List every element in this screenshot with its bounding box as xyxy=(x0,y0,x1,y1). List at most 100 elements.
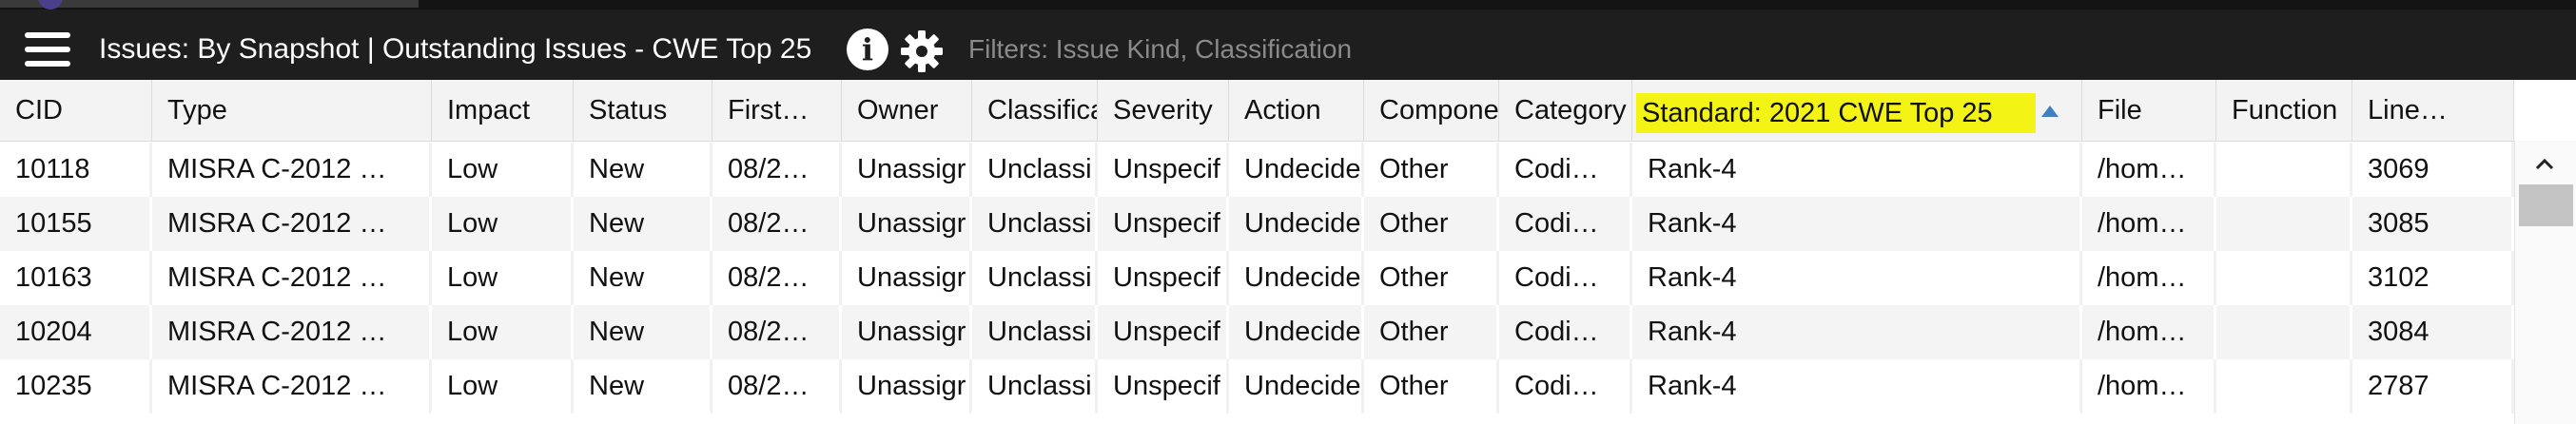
table-row[interactable]: 10163 MISRA C-2012 … Low New 08/2… Unass… xyxy=(0,251,2514,305)
gear-icon[interactable] xyxy=(899,29,945,74)
cell-line-number: 3084 xyxy=(2352,305,2514,359)
cell-function xyxy=(2216,143,2352,197)
toolbar: Issues: By Snapshot | Outstanding Issues… xyxy=(0,10,2576,80)
column-header-file[interactable]: File xyxy=(2082,80,2216,141)
table-row[interactable]: 10235 MISRA C-2012 … Low New 08/2… Unass… xyxy=(0,359,2514,414)
cell-impact: Low xyxy=(432,359,574,414)
table-row[interactable]: 10204 MISRA C-2012 … Low New 08/2… Unass… xyxy=(0,305,2514,359)
issues-grid: CID Type Impact Status First… Owner Clas… xyxy=(0,80,2576,424)
cell-status: New xyxy=(574,359,712,414)
vertical-scrollbar[interactable] xyxy=(2514,141,2576,424)
cell-status: New xyxy=(574,251,712,305)
cell-cid: 10163 xyxy=(0,251,152,305)
chevron-up-icon[interactable] xyxy=(2534,154,2555,175)
cell-standard: Rank-4 xyxy=(1632,305,2082,359)
cell-action: Undecide xyxy=(1229,359,1364,414)
cell-owner: Unassigr xyxy=(842,359,972,414)
cell-standard: Rank-4 xyxy=(1632,359,2082,414)
cell-impact: Low xyxy=(432,305,574,359)
column-header-line-number[interactable]: Line… xyxy=(2352,80,2514,141)
view-title[interactable]: Issues: By Snapshot | Outstanding Issues… xyxy=(99,29,811,70)
cell-classification: Unclassi xyxy=(972,197,1098,251)
top-tab xyxy=(0,0,419,8)
cell-owner: Unassigr xyxy=(842,143,972,197)
column-header-cid[interactable]: CID xyxy=(0,80,152,141)
cell-severity: Unspecif xyxy=(1098,305,1229,359)
cell-status: New xyxy=(574,197,712,251)
cell-component: Other xyxy=(1364,305,1499,359)
column-header-type[interactable]: Type xyxy=(152,80,432,141)
column-header-owner[interactable]: Owner xyxy=(842,80,972,141)
cell-function xyxy=(2216,197,2352,251)
cell-component: Other xyxy=(1364,251,1499,305)
hamburger-menu-icon[interactable] xyxy=(25,30,70,68)
cell-classification: Unclassi xyxy=(972,251,1098,305)
cell-component: Other xyxy=(1364,359,1499,414)
cell-line-number: 3085 xyxy=(2352,197,2514,251)
cell-standard: Rank-4 xyxy=(1632,143,2082,197)
cell-type: MISRA C-2012 … xyxy=(152,143,432,197)
cell-standard: Rank-4 xyxy=(1632,251,2082,305)
column-header-status[interactable]: Status xyxy=(574,80,712,141)
cell-type: MISRA C-2012 … xyxy=(152,251,432,305)
filters-field[interactable]: Filters: Issue Kind, Classification xyxy=(968,29,1352,70)
cell-component: Other xyxy=(1364,143,1499,197)
table-row[interactable]: 10155 MISRA C-2012 … Low New 08/2… Unass… xyxy=(0,197,2514,251)
cell-first-detected: 08/2… xyxy=(712,359,842,414)
column-header-component[interactable]: Compone xyxy=(1364,80,1499,141)
cell-impact: Low xyxy=(432,197,574,251)
column-header-function[interactable]: Function xyxy=(2216,80,2352,141)
column-header-standard[interactable]: Standard: 2021 CWE Top 25 xyxy=(1632,80,2082,141)
cell-severity: Unspecif xyxy=(1098,197,1229,251)
cell-owner: Unassigr xyxy=(842,251,972,305)
cell-component: Other xyxy=(1364,197,1499,251)
cell-type: MISRA C-2012 … xyxy=(152,359,432,414)
app-logo xyxy=(38,0,63,10)
cell-file: /hom… xyxy=(2082,143,2216,197)
cell-category: Codi… xyxy=(1499,305,1632,359)
column-header-classification[interactable]: Classifica xyxy=(972,80,1098,141)
cell-cid: 10155 xyxy=(0,197,152,251)
cell-severity: Unspecif xyxy=(1098,359,1229,414)
cell-action: Undecide xyxy=(1229,251,1364,305)
column-header-first-detected[interactable]: First… xyxy=(712,80,842,141)
sort-ascending-icon[interactable] xyxy=(2041,106,2059,117)
cell-classification: Unclassi xyxy=(972,305,1098,359)
cell-category: Codi… xyxy=(1499,143,1632,197)
cell-standard: Rank-4 xyxy=(1632,197,2082,251)
info-icon[interactable]: i xyxy=(847,29,888,70)
scrollbar-thumb[interactable] xyxy=(2519,184,2573,226)
column-header-category[interactable]: Category xyxy=(1499,80,1632,141)
cell-file: /hom… xyxy=(2082,251,2216,305)
cell-line-number: 2787 xyxy=(2352,359,2514,414)
cell-category: Codi… xyxy=(1499,359,1632,414)
cell-first-detected: 08/2… xyxy=(712,197,842,251)
cell-category: Codi… xyxy=(1499,197,1632,251)
table-row[interactable]: 10118 MISRA C-2012 … Low New 08/2… Unass… xyxy=(0,143,2514,197)
cell-status: New xyxy=(574,305,712,359)
cell-file: /hom… xyxy=(2082,197,2216,251)
cell-first-detected: 08/2… xyxy=(712,251,842,305)
cell-line-number: 3069 xyxy=(2352,143,2514,197)
column-header-severity[interactable]: Severity xyxy=(1098,80,1229,141)
cell-owner: Unassigr xyxy=(842,197,972,251)
cell-cid: 10235 xyxy=(0,359,152,414)
cell-type: MISRA C-2012 … xyxy=(152,197,432,251)
cell-type: MISRA C-2012 … xyxy=(152,305,432,359)
cell-classification: Unclassi xyxy=(972,143,1098,197)
cell-file: /hom… xyxy=(2082,359,2216,414)
cell-first-detected: 08/2… xyxy=(712,305,842,359)
column-header-impact[interactable]: Impact xyxy=(432,80,574,141)
cell-owner: Unassigr xyxy=(842,305,972,359)
cell-function xyxy=(2216,359,2352,414)
cell-cid: 10204 xyxy=(0,305,152,359)
column-header-action[interactable]: Action xyxy=(1229,80,1364,141)
cell-file: /hom… xyxy=(2082,305,2216,359)
cell-status: New xyxy=(574,143,712,197)
cell-cid: 10118 xyxy=(0,143,152,197)
cell-action: Undecide xyxy=(1229,305,1364,359)
cell-function xyxy=(2216,305,2352,359)
cell-severity: Unspecif xyxy=(1098,251,1229,305)
cell-first-detected: 08/2… xyxy=(712,143,842,197)
cell-function xyxy=(2216,251,2352,305)
